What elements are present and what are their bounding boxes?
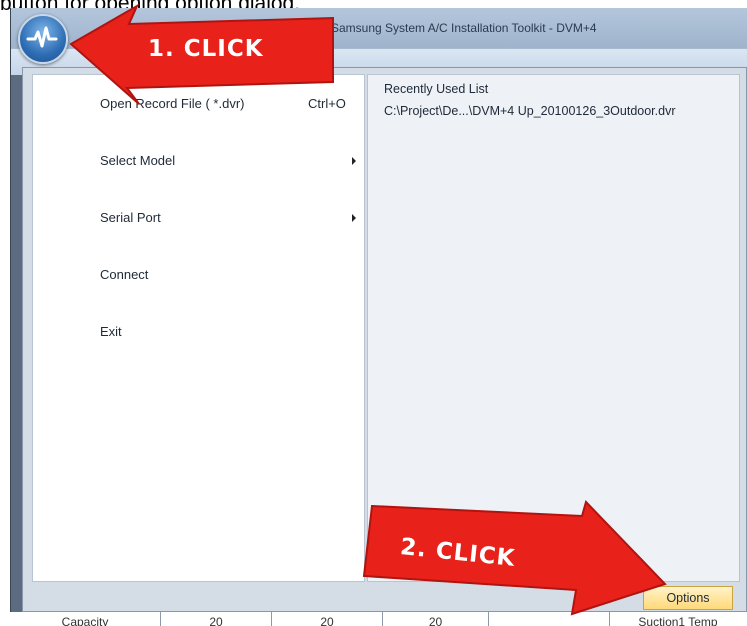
recent-list-title: Recently Used List (384, 82, 489, 96)
submenu-arrow-icon (352, 214, 356, 222)
menu-item-connect[interactable]: Connect (33, 259, 364, 293)
window-title: Samsung System A/C Installation Toolkit … (331, 21, 597, 35)
menu-command-list: Open Record File ( *.dvr) Ctrl+O Select … (32, 74, 365, 582)
submenu-arrow-icon (352, 157, 356, 165)
recent-file-item[interactable]: C:\Project\De...\DVM+4 Up_20100126_3Outd… (384, 104, 676, 118)
menu-item-label: Serial Port (100, 210, 161, 225)
menu-item-label: Select Model (100, 153, 176, 168)
menu-item-exit[interactable]: Exit (33, 316, 364, 350)
callout-label-1: 1. CLICK (148, 36, 264, 62)
menu-item-label: Connect (100, 267, 149, 282)
table-cell: Capacity (10, 612, 161, 626)
pulse-icon (26, 26, 58, 48)
application-menu-button[interactable] (18, 14, 68, 64)
table-cell: 20 (161, 612, 272, 626)
menu-item-serial-port[interactable]: Serial Port (33, 202, 364, 236)
menu-item-label: Exit (100, 324, 122, 339)
menu-item-select-model[interactable]: Select Model (33, 145, 364, 179)
